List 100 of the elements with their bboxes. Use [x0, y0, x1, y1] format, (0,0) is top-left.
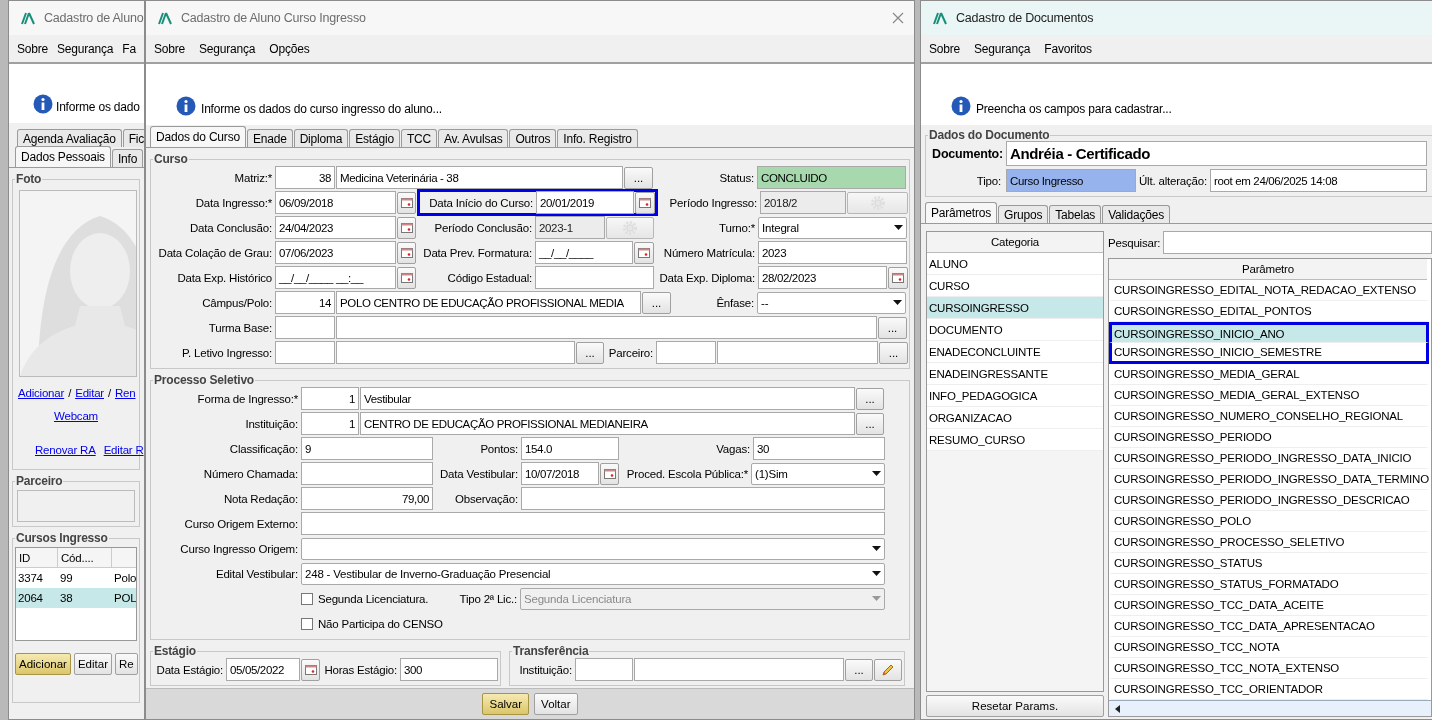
- text-field[interactable]: [301, 462, 433, 485]
- browse-button[interactable]: ...: [878, 316, 907, 339]
- tab[interactable]: Outros: [509, 129, 557, 147]
- table-row[interactable]: CURSOINGRESSO_MEDIA_GERAL_EXTENSO: [1109, 385, 1429, 406]
- list-item[interactable]: ENADEINGRESSANTE: [927, 363, 1103, 385]
- browse-button[interactable]: ...: [624, 166, 653, 189]
- text-field[interactable]: 06/09/2018: [275, 191, 396, 214]
- link[interactable]: Editar R: [103, 444, 144, 456]
- table-row[interactable]: CURSOINGRESSO_MEDIA_GERAL: [1109, 364, 1429, 385]
- text-field[interactable]: [634, 658, 844, 681]
- table-row[interactable]: CURSOINGRESSO_EDITAL_NOTA_REDACAO_EXTENSO: [1109, 280, 1429, 301]
- tab[interactable]: Diploma: [293, 129, 349, 147]
- text-field[interactable]: [521, 487, 885, 510]
- table-row[interactable]: 3374 99 Polo: [16, 568, 136, 588]
- table-row[interactable]: CURSOINGRESSO_TCC_NOTA_EXTENSO: [1109, 658, 1429, 679]
- dropdown-field[interactable]: 248 - Vestibular de Inverno-Graduação Presencial: [301, 562, 885, 585]
- table-row[interactable]: CURSOINGRESSO_INICIO_ANO: [1109, 322, 1429, 343]
- link[interactable]: Webcam: [54, 410, 98, 422]
- list-item[interactable]: DOCUMENTO: [927, 319, 1103, 341]
- text-field[interactable]: [535, 266, 654, 289]
- table-row[interactable]: CURSOINGRESSO_PROCESSO_SELETIVO: [1109, 532, 1429, 553]
- tab[interactable]: Grupos: [998, 205, 1049, 223]
- table-row[interactable]: CURSOINGRESSO_TCC_NOTA: [1109, 637, 1429, 658]
- text-field[interactable]: [336, 316, 877, 339]
- tab[interactable]: Info. Registro: [557, 129, 638, 147]
- text-field[interactable]: [717, 341, 878, 364]
- text-field[interactable]: 20/01/2019: [536, 191, 634, 214]
- text-field[interactable]: POLO CENTRO DE EDUCAÇÃO PROFISSIONAL MEDIA: [336, 291, 641, 314]
- menu-item[interactable]: Segurança: [57, 41, 114, 56]
- text-field[interactable]: [301, 512, 885, 535]
- column-header[interactable]: Cód....: [58, 548, 112, 568]
- action-button[interactable]: Editar: [73, 653, 112, 675]
- text-field[interactable]: 14: [275, 291, 335, 314]
- list-item[interactable]: RESUMO_CURSO: [927, 429, 1103, 451]
- calendar-button[interactable]: [635, 191, 655, 214]
- table-row[interactable]: CURSOINGRESSO_PERIODO_INGRESSO_DATA_INICIO: [1109, 448, 1429, 469]
- text-field[interactable]: Curso Ingresso: [1006, 169, 1136, 192]
- dropdown-field[interactable]: --: [757, 291, 906, 314]
- text-field[interactable]: 05/05/2022: [226, 658, 300, 681]
- browse-button[interactable]: ...: [845, 658, 873, 681]
- column-header[interactable]: ID: [16, 548, 58, 568]
- text-field[interactable]: [275, 316, 335, 339]
- calendar-button[interactable]: [397, 191, 416, 214]
- checkbox[interactable]: [301, 592, 313, 605]
- list-item[interactable]: ALUNO: [927, 253, 1103, 275]
- text-field[interactable]: 30: [753, 437, 885, 460]
- text-field[interactable]: Medicina Veterinária - 38: [336, 166, 623, 189]
- text-field[interactable]: 07/06/2023: [275, 241, 396, 264]
- action-button[interactable]: Adicionar: [15, 653, 71, 675]
- table-row[interactable]: CURSOINGRESSO_PERIODO_INGRESSO_DESCRICAO: [1109, 490, 1429, 511]
- text-field[interactable]: [336, 341, 575, 364]
- horizontal-scrollbar[interactable]: [1109, 700, 1431, 716]
- list-item[interactable]: INFO_PEDAGOGICA: [927, 385, 1103, 407]
- tab[interactable]: Agenda Avaliação: [17, 129, 122, 147]
- text-field[interactable]: [275, 341, 335, 364]
- browse-button[interactable]: ...: [856, 412, 884, 435]
- link[interactable]: Renovar RA: [35, 444, 96, 456]
- tab[interactable]: Av. Avulsas: [437, 129, 509, 147]
- table-row[interactable]: CURSOINGRESSO_STATUS_FORMATADO: [1109, 574, 1429, 595]
- table-row[interactable]: CURSOINGRESSO_STATUS: [1109, 553, 1429, 574]
- text-field[interactable]: __/__/____ __:__: [275, 266, 396, 289]
- text-field[interactable]: 1: [301, 387, 359, 410]
- text-field[interactable]: 24/04/2023: [275, 216, 396, 239]
- tab[interactable]: Dados Pessoais: [15, 146, 111, 167]
- tab[interactable]: Enade: [246, 129, 293, 147]
- calendar-button[interactable]: [600, 462, 619, 485]
- action-button[interactable]: Salvar: [482, 693, 530, 715]
- browse-button[interactable]: ...: [879, 341, 908, 364]
- text-field[interactable]: __/__/____: [535, 241, 633, 264]
- menu-item[interactable]: Favoritos: [1044, 41, 1092, 56]
- list-item[interactable]: ENADECONCLUINTE: [927, 341, 1103, 363]
- status-field[interactable]: CONCLUIDO: [757, 166, 906, 189]
- calendar-button[interactable]: [634, 241, 654, 264]
- table-row[interactable]: 2064 38 POL: [16, 588, 136, 608]
- list-item[interactable]: ORGANIZACAO: [927, 407, 1103, 429]
- browse-button[interactable]: ...: [642, 291, 671, 314]
- arrow-left-icon[interactable]: [1113, 704, 1123, 714]
- menu-item[interactable]: Fa: [122, 41, 136, 56]
- menu-item[interactable]: Sobre: [929, 41, 961, 56]
- menu-item[interactable]: Opções: [269, 41, 310, 56]
- text-field[interactable]: Andréia - Certificado: [1006, 141, 1427, 166]
- list-item[interactable]: CURSO: [927, 275, 1103, 297]
- menu-item[interactable]: Sobre: [154, 41, 186, 56]
- link[interactable]: Ren: [115, 387, 136, 399]
- table-row[interactable]: CURSOINGRESSO_POLO: [1109, 511, 1429, 532]
- browse-button[interactable]: ...: [576, 341, 604, 364]
- link[interactable]: Editar: [75, 387, 104, 399]
- table-row[interactable]: CURSOINGRESSO_TCC_DATA_ACEITE: [1109, 595, 1429, 616]
- dropdown-field[interactable]: [301, 537, 885, 560]
- tab[interactable]: Validações: [1102, 205, 1170, 223]
- table-row[interactable]: CURSOINGRESSO_PERIODO_INGRESSO_DATA_TERMINO: [1109, 469, 1429, 490]
- edit-button[interactable]: [874, 658, 902, 681]
- text-field[interactable]: 2023: [758, 241, 907, 264]
- dropdown-field[interactable]: (1)Sim: [751, 462, 885, 485]
- text-field[interactable]: 38: [275, 166, 335, 189]
- tab[interactable]: Parâmetros: [925, 202, 998, 223]
- text-field[interactable]: root em 24/06/2025 14:08: [1209, 169, 1427, 192]
- calendar-button[interactable]: [301, 658, 320, 681]
- text-field[interactable]: Vestibular: [360, 387, 855, 410]
- calendar-button[interactable]: [397, 216, 416, 239]
